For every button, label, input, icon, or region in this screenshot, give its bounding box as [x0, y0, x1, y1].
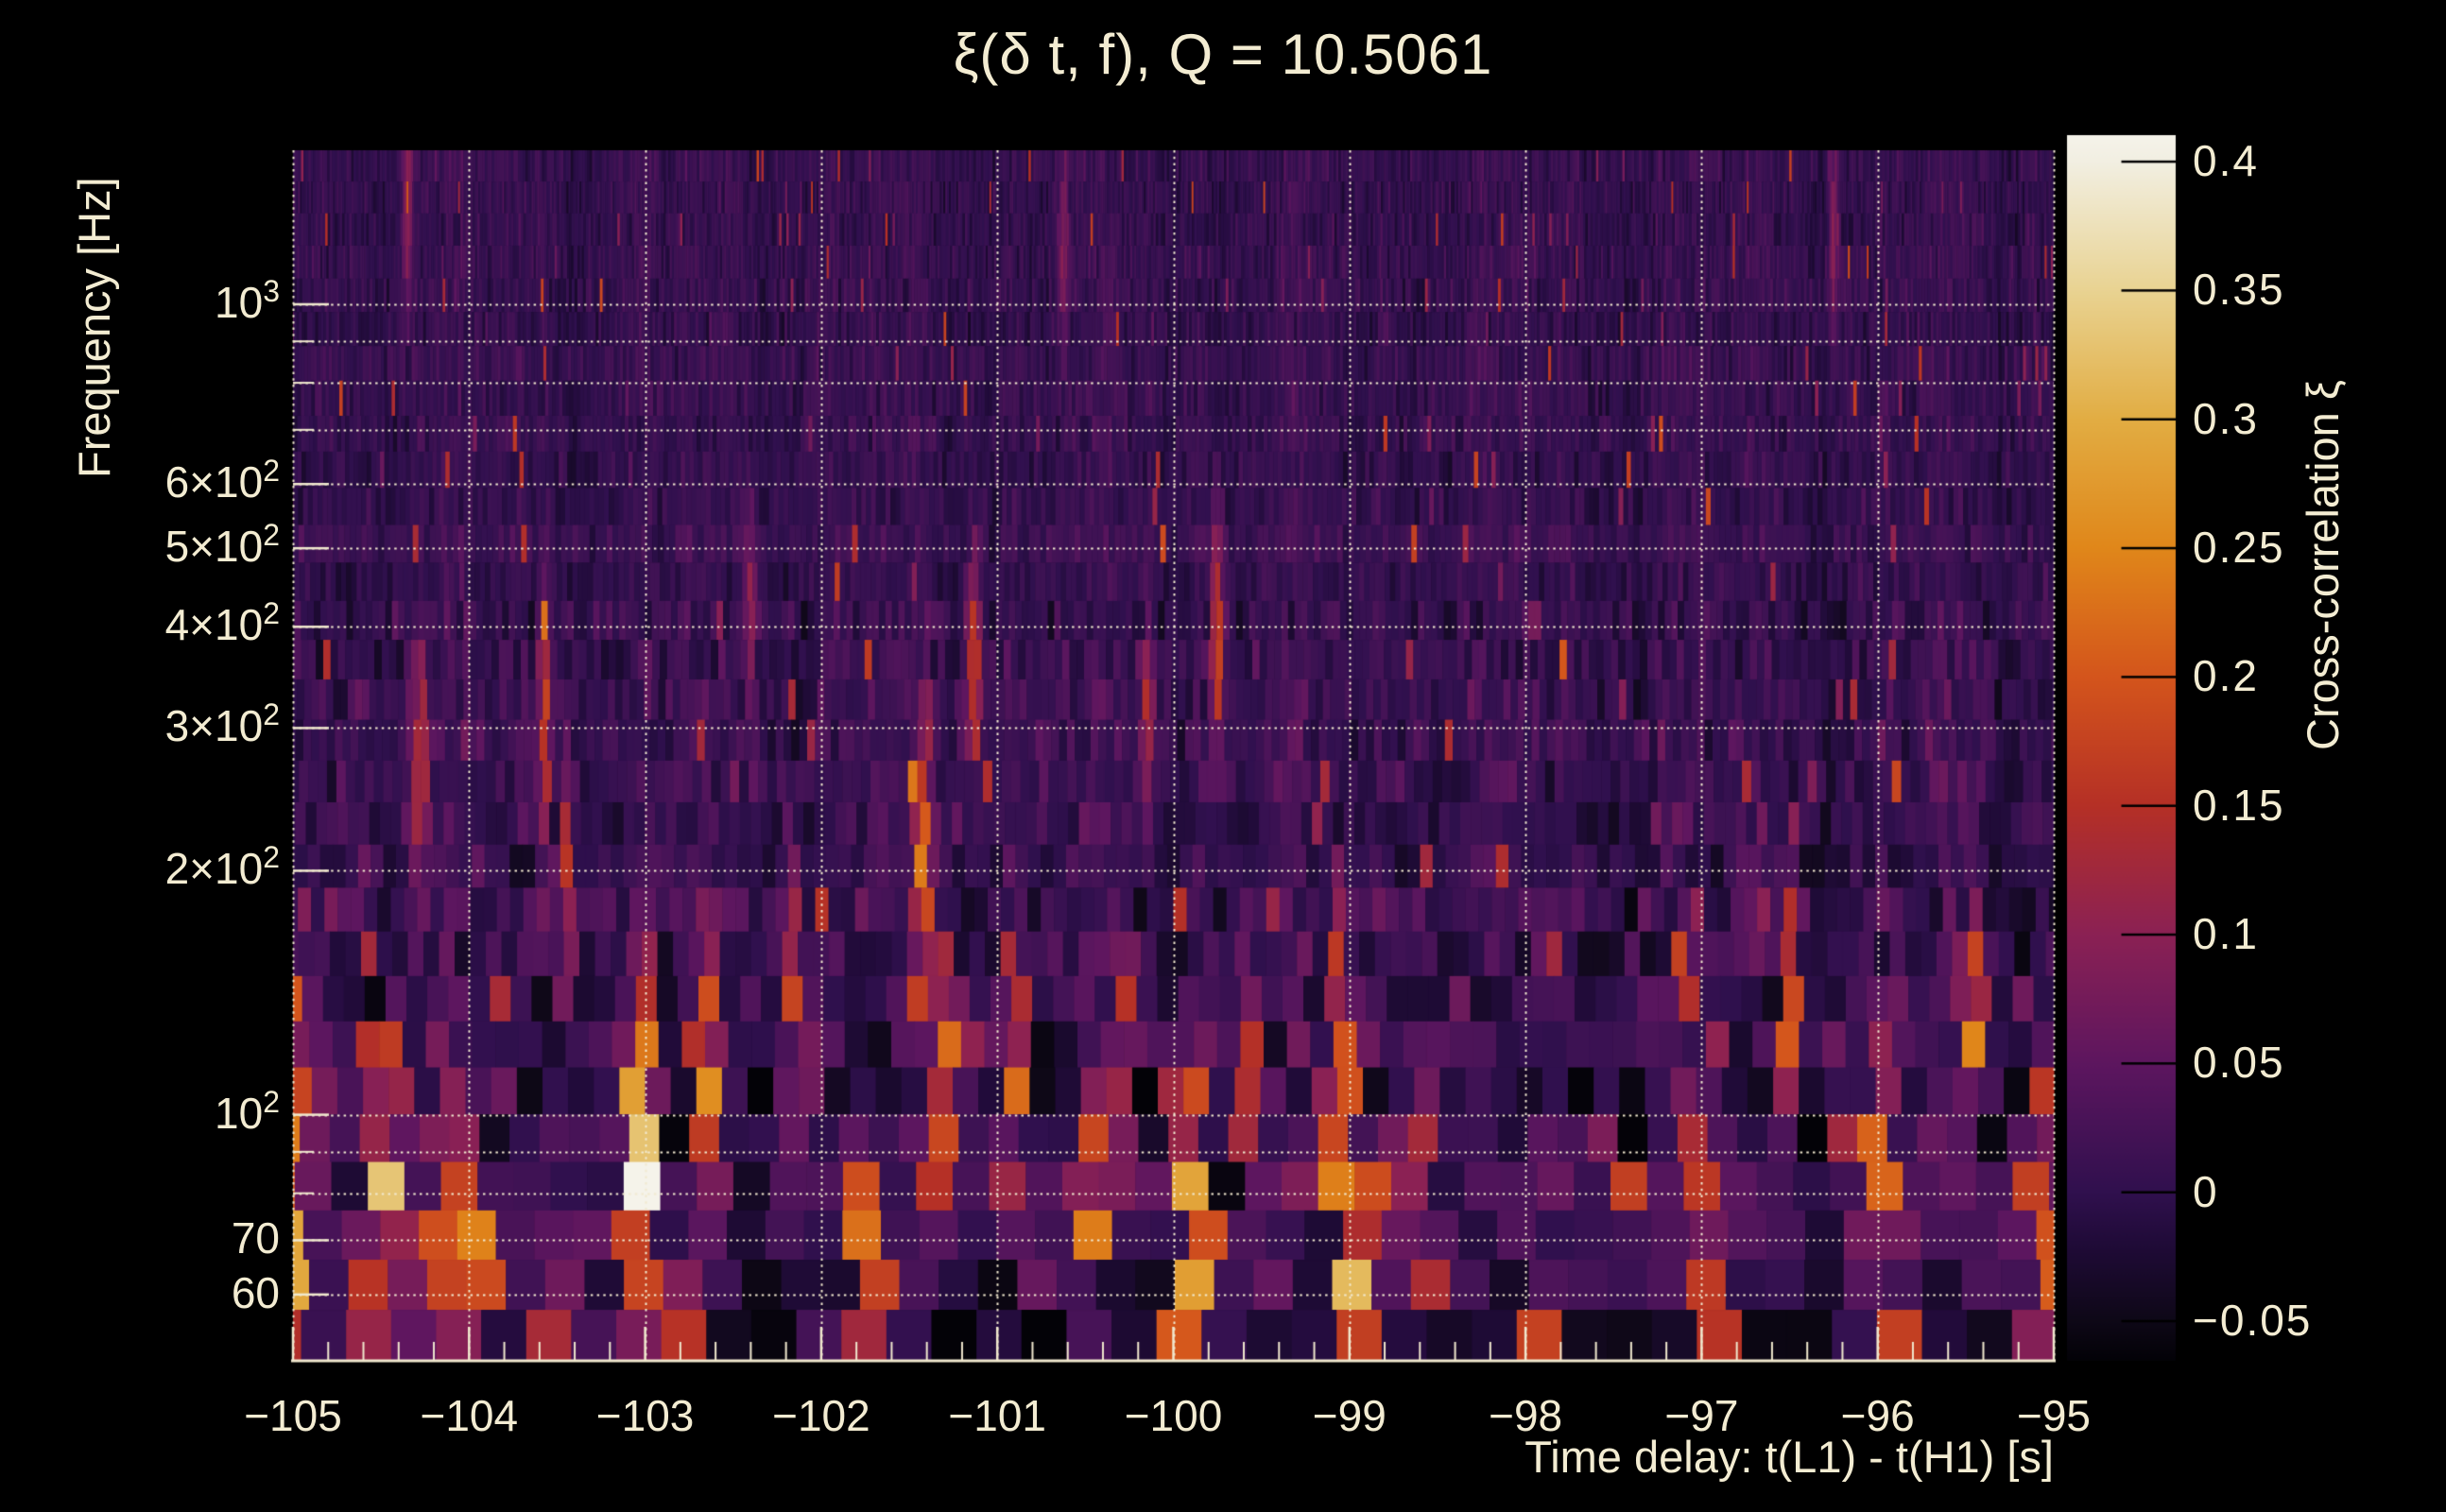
- qscan-figure: ξ(δ t, f), Q = 10.5061 Frequency [Hz] Ti…: [0, 0, 2446, 1512]
- y-tick-label: 70: [231, 1213, 280, 1263]
- x-tick-label: −104: [420, 1391, 519, 1440]
- x-tick-label: −97: [1664, 1391, 1739, 1440]
- colorbar-tick-label: 0.35: [2193, 265, 2285, 315]
- colorbar-tick-label: 0.05: [2193, 1038, 2285, 1088]
- y-tick-label: 3×102: [164, 697, 280, 751]
- colorbar-tick-label: 0.4: [2193, 136, 2259, 186]
- colorbar-tick-label: −0.05: [2193, 1296, 2313, 1345]
- y-tick-label: 103: [215, 273, 280, 327]
- colorbar-tick-label: 0.2: [2193, 651, 2259, 701]
- colorbar-tick-label: 0.25: [2193, 523, 2285, 573]
- x-tick-label: −100: [1124, 1391, 1223, 1440]
- y-tick-label: 102: [215, 1084, 280, 1138]
- colorbar-tick-label: 0.3: [2193, 393, 2259, 443]
- y-tick-label: 4×102: [164, 596, 280, 650]
- x-tick-label: −99: [1312, 1391, 1387, 1440]
- x-tick-label: −95: [2016, 1391, 2092, 1440]
- x-tick-label: −102: [772, 1391, 870, 1440]
- plot-title: ξ(δ t, f), Q = 10.5061: [953, 23, 1493, 86]
- y-tick-label: 60: [231, 1267, 280, 1317]
- x-tick-label: −98: [1489, 1391, 1563, 1440]
- y-tick-label: 2×102: [164, 840, 280, 894]
- heatmap-canvas: [0, 0, 2446, 1512]
- x-tick-label: −101: [948, 1391, 1046, 1440]
- y-tick-label: 5×102: [164, 518, 280, 572]
- y-tick-label: 6×102: [164, 454, 280, 507]
- x-tick-label: −103: [595, 1391, 695, 1440]
- colorbar-tick-label: 0.1: [2193, 909, 2259, 959]
- x-tick-label: −96: [1840, 1391, 1915, 1440]
- colorbar-tick-label: 0: [2193, 1166, 2219, 1216]
- x-tick-label: −105: [244, 1391, 342, 1440]
- colorbar-tick-label: 0.15: [2193, 780, 2285, 830]
